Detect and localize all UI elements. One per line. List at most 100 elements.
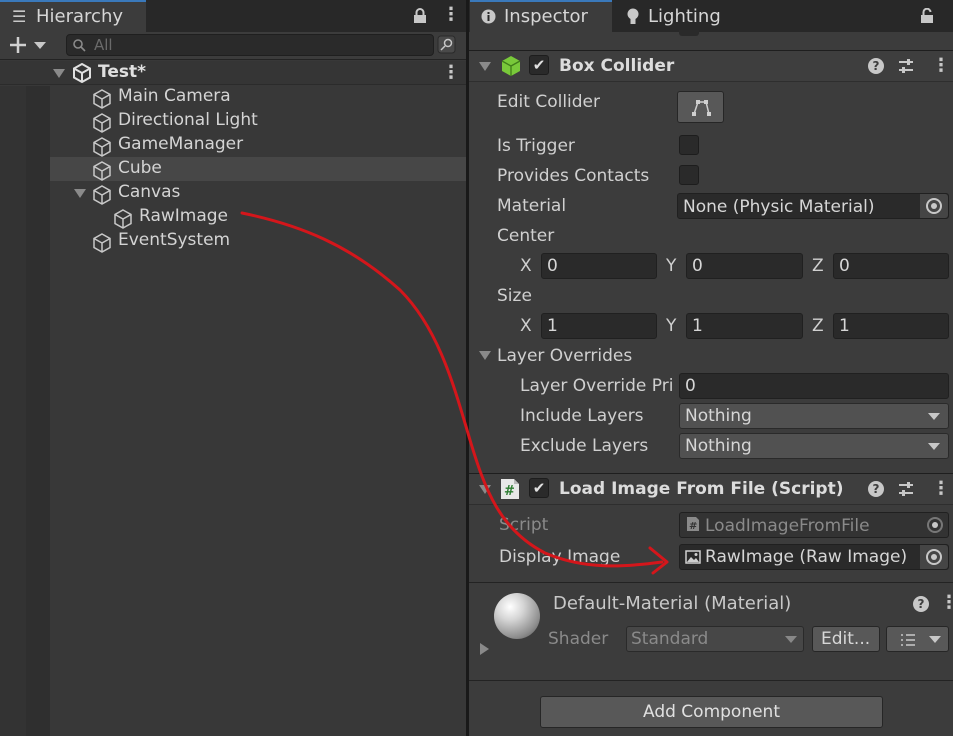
layer-overrides-label[interactable]: Layer Overrides (497, 346, 632, 366)
indent-guide (0, 86, 26, 736)
layer-override-priority-field[interactable] (679, 373, 949, 399)
add-component-label: Add Component (642, 702, 780, 722)
search-input[interactable] (66, 34, 434, 56)
object-picker-icon (927, 517, 943, 533)
help-icon[interactable]: ? (868, 58, 884, 74)
script-icon: # (500, 478, 520, 505)
edit-collider-label: Edit Collider (497, 92, 601, 112)
svg-text:#: # (504, 484, 515, 499)
object-picker[interactable] (920, 194, 948, 218)
unlock-icon[interactable] (920, 7, 934, 29)
center-x-value: 0 (547, 256, 558, 276)
shader-options-button[interactable] (886, 626, 949, 652)
indent-guide (26, 86, 50, 736)
size-y-label: Y (666, 316, 677, 336)
size-label: Size (497, 286, 532, 306)
search-placeholder: All (94, 36, 113, 54)
edit-collider-button[interactable] (677, 91, 724, 123)
is-trigger-checkbox[interactable] (679, 135, 699, 155)
is-trigger-label: Is Trigger (497, 136, 575, 156)
scene-search-toggle-icon[interactable] (437, 35, 457, 60)
center-z-value: 0 (839, 256, 850, 276)
info-icon (481, 9, 496, 29)
provides-contacts-label: Provides Contacts (497, 166, 650, 186)
add-dropdown-chevron-icon[interactable] (34, 42, 46, 49)
hierarchy-item-cube[interactable]: Cube (90, 158, 466, 182)
image-icon (685, 549, 701, 569)
chevron-down-icon (928, 443, 940, 450)
display-image-label: Display Image (499, 547, 621, 567)
hierarchy-item-canvas[interactable]: Canvas (90, 182, 466, 206)
hierarchy-item-label: Canvas (118, 182, 181, 202)
presets-icon[interactable] (897, 480, 915, 503)
layer-override-priority-label-box: Layer Override Pri (514, 372, 677, 400)
gameobject-icon (91, 184, 113, 211)
scene-row[interactable] (0, 61, 466, 85)
center-x-field[interactable] (541, 253, 657, 279)
chevron-down-icon (928, 413, 940, 420)
chevron-down-icon (785, 636, 797, 643)
presets-icon[interactable] (897, 57, 915, 80)
center-x-label: X (520, 256, 532, 276)
scene-name: Test* (98, 62, 147, 82)
shader-edit-button[interactable]: Edit... (812, 626, 880, 652)
component-menu-icon[interactable]: ⋮ (932, 478, 950, 499)
script-value: LoadImageFromFile (705, 516, 870, 536)
add-component-button[interactable]: Add Component (540, 696, 883, 728)
scene-menu-icon[interactable]: ⋮ (442, 62, 460, 83)
size-y-field[interactable] (686, 313, 803, 339)
material-label: Material (497, 196, 567, 216)
list-options-icon (901, 634, 915, 646)
material-preview-sphere (494, 593, 540, 639)
scene-expand-icon[interactable] (53, 69, 65, 78)
lock-icon[interactable] (413, 8, 427, 29)
layer-override-priority-value: 0 (685, 376, 696, 396)
box-collider-enabled-checkbox[interactable]: ✔ (529, 55, 549, 75)
include-layers-value: Nothing (685, 406, 752, 426)
provides-contacts-checkbox[interactable] (679, 165, 699, 185)
list-icon: ☰ (12, 7, 27, 26)
hierarchy-item-eventsystem[interactable]: EventSystem (90, 230, 466, 254)
chevron-down-icon (929, 636, 941, 643)
center-y-label: Y (666, 256, 677, 276)
material-foldout-icon[interactable] (480, 643, 489, 655)
gameobject-icon (91, 232, 113, 259)
object-picker-icon (926, 549, 942, 565)
exclude-layers-value: Nothing (685, 436, 752, 456)
hierarchy-menu-icon[interactable]: ⋮ (442, 4, 460, 25)
material-menu-icon[interactable]: ⋮ (940, 592, 953, 613)
size-x-label: X (520, 316, 532, 336)
center-y-value: 0 (692, 256, 703, 276)
box-collider-title: Box Collider (559, 56, 675, 76)
svg-text:#: # (689, 521, 697, 532)
center-label: Center (497, 226, 555, 246)
hierarchy-item-rawimage[interactable]: RawImage (111, 206, 466, 230)
load-image-enabled-checkbox[interactable]: ✔ (529, 478, 549, 498)
box-collider-foldout-icon[interactable] (479, 62, 491, 71)
tab-lighting[interactable]: Lighting (648, 6, 721, 27)
hierarchy-item-directional-light[interactable]: Directional Light (90, 110, 466, 134)
hierarchy-item-gamemanager[interactable]: GameManager (90, 134, 466, 158)
help-icon[interactable]: ? (913, 596, 929, 612)
script-small-icon: # (686, 516, 700, 537)
add-icon[interactable] (9, 36, 31, 59)
script-label: Script (499, 515, 549, 535)
size-z-field[interactable] (833, 313, 949, 339)
load-image-foldout-icon[interactable] (479, 485, 491, 494)
tab-hierarchy-label: Hierarchy (36, 6, 124, 27)
center-z-field[interactable] (833, 253, 949, 279)
hierarchy-item-label: Cube (118, 158, 162, 178)
canvas-expand-icon[interactable] (74, 189, 86, 198)
hierarchy-item-label: Main Camera (118, 86, 231, 106)
partial-field (679, 30, 699, 36)
help-icon[interactable]: ? (868, 481, 884, 497)
hierarchy-item-main-camera[interactable]: Main Camera (90, 86, 466, 110)
size-x-field[interactable] (541, 313, 657, 339)
component-menu-icon[interactable]: ⋮ (932, 55, 950, 76)
center-y-field[interactable] (686, 253, 803, 279)
object-picker[interactable] (920, 545, 948, 569)
lightbulb-icon (626, 8, 640, 31)
center-z-label: Z (812, 256, 824, 276)
layer-overrides-foldout-icon[interactable] (479, 351, 491, 360)
tab-inspector-label: Inspector (504, 6, 588, 27)
